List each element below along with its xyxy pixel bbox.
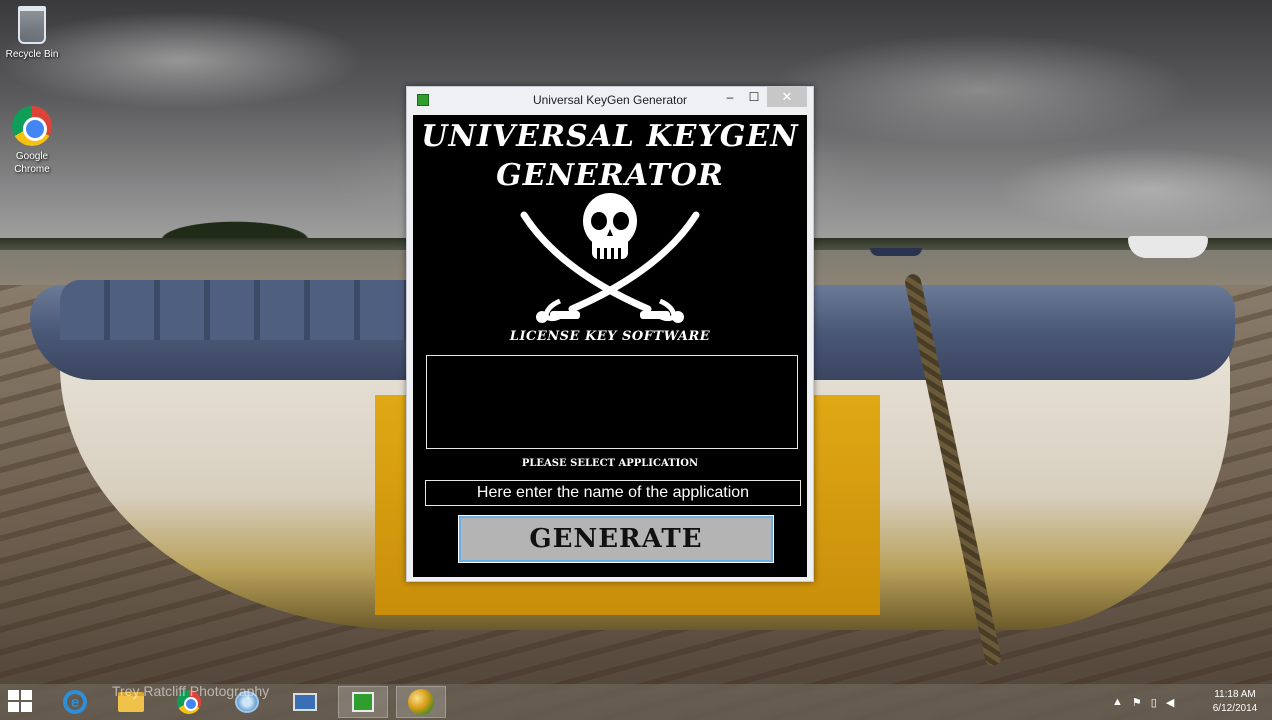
action-center-icon[interactable]: ⚑ xyxy=(1132,696,1142,709)
network-icon xyxy=(235,691,259,713)
desktop-icon-label: Google Chrome xyxy=(14,151,50,175)
select-application-label: PLEASE SELECT APPLICATION xyxy=(521,458,699,469)
taskbar-chrome[interactable] xyxy=(164,686,214,718)
show-hidden-icons-icon[interactable]: ▲ xyxy=(1112,696,1123,708)
window-client-area: UNIVERSAL KEYGEN GENERATOR LICENSE KEY S… xyxy=(413,115,807,577)
taskbar-clock[interactable]: 11:18 AM 6/12/2014 xyxy=(1204,688,1266,716)
generate-button[interactable]: GENERATE xyxy=(458,515,774,563)
application-name-input[interactable] xyxy=(425,480,801,506)
tagline: LICENSE KEY SOFTWARE xyxy=(509,329,711,344)
maximize-button[interactable]: ☐ xyxy=(743,87,765,107)
volume-icon[interactable]: ◀ xyxy=(1166,696,1174,709)
taskbar-network[interactable] xyxy=(222,686,272,718)
license-key-output[interactable] xyxy=(426,355,798,449)
wallpaper-far-boat xyxy=(1128,236,1208,258)
wallpaper-boat-inside xyxy=(60,280,410,340)
chrome-icon xyxy=(177,690,201,714)
wallpaper-far-boat-small xyxy=(870,248,922,256)
minimize-button[interactable]: – xyxy=(719,87,741,107)
orb-app-icon xyxy=(408,689,434,715)
system-tray: ▲ ⚑ ▯ ◀ xyxy=(1112,684,1174,720)
taskbar: e ▲ ⚑ ▯ ◀ 11:18 AM 6/12/2014 xyxy=(0,684,1272,720)
desktop-icon-google-chrome[interactable]: Google Chrome xyxy=(0,106,64,176)
taskbar-keygen-app[interactable] xyxy=(338,686,388,718)
close-button[interactable]: ✕ xyxy=(767,87,807,107)
network-status-icon[interactable]: ▯ xyxy=(1151,696,1157,709)
headline-line-1: UNIVERSAL KEYGEN xyxy=(421,119,799,154)
keygen-app-icon xyxy=(352,692,374,712)
taskbar-internet-explorer[interactable]: e xyxy=(50,686,100,718)
internet-explorer-icon: e xyxy=(63,690,87,714)
desktop: Recycle Bin Google Chrome Universal KeyG… xyxy=(0,0,1272,720)
clock-date: 6/12/2014 xyxy=(1212,703,1258,714)
remote-desktop-icon xyxy=(293,693,317,711)
window-titlebar[interactable]: Universal KeyGen Generator – ☐ ✕ xyxy=(407,87,813,113)
chrome-icon xyxy=(12,106,52,146)
clock-time: 11:18 AM xyxy=(1214,689,1256,700)
skull-crossed-swords-icon xyxy=(520,193,700,323)
taskbar-file-explorer[interactable] xyxy=(106,686,156,718)
desktop-icon-label: Recycle Bin xyxy=(5,49,59,60)
taskbar-orb-app[interactable] xyxy=(396,686,446,718)
desktop-icon-recycle-bin[interactable]: Recycle Bin xyxy=(0,6,64,61)
keygen-window: Universal KeyGen Generator – ☐ ✕ UNIVERS… xyxy=(406,86,814,582)
file-explorer-icon xyxy=(118,692,144,712)
taskbar-remote-desktop[interactable] xyxy=(280,686,330,718)
start-icon[interactable] xyxy=(8,690,34,714)
headline-line-2: GENERATOR xyxy=(496,158,724,193)
recycle-bin-icon xyxy=(18,6,46,44)
